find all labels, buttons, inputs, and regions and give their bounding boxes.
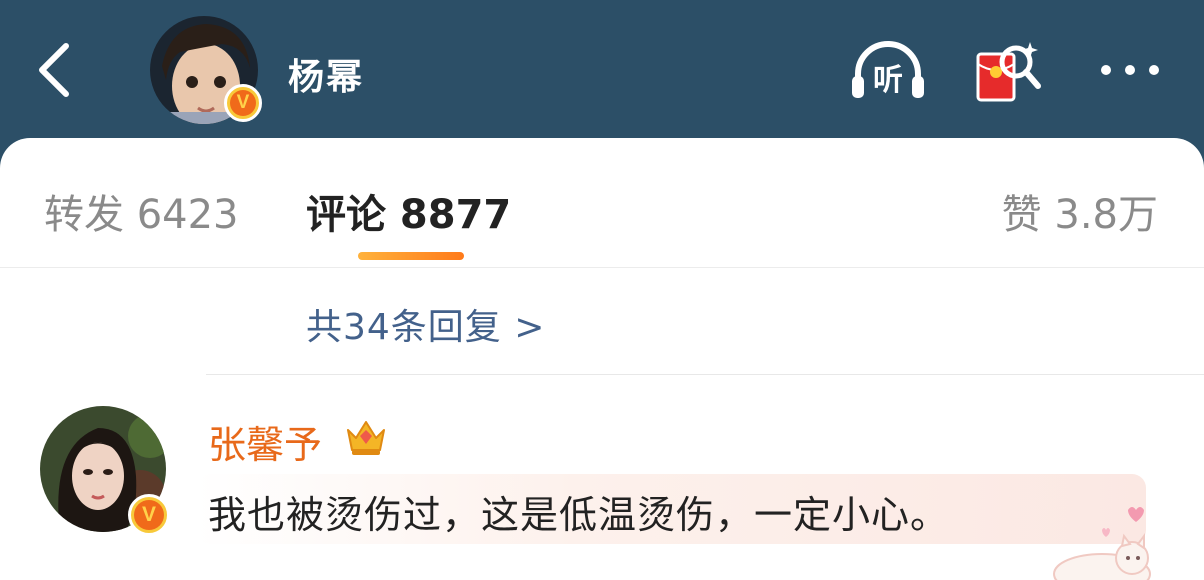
active-tab-indicator [358,252,464,260]
divider [206,374,1204,375]
cat-sticker-icon [1053,507,1151,580]
tab-bar: 转发 6423 评论 8877 赞 3.8万 [0,138,1204,268]
red-packet-search-icon[interactable] [970,36,1050,104]
verified-badge-icon: V [128,494,170,536]
crown-icon [347,421,385,455]
comment-author[interactable]: 张馨予 [208,414,322,469]
page-title[interactable]: 杨幂 [288,48,364,100]
comment-item: V 张馨予 我也被烫伤过，这是低温烫伤，一定小心。 [0,378,1204,580]
listen-icon[interactable]: 听 [848,36,928,104]
more-icon[interactable] [1094,36,1174,104]
verified-badge-icon: V [224,84,262,122]
tab-comment[interactable]: 评论 8877 [306,182,511,240]
tab-like[interactable]: 赞 3.8万 [1002,182,1158,240]
comment-avatar[interactable]: V [40,406,170,536]
listen-label: 听 [873,63,903,98]
tab-repost[interactable]: 转发 6423 [44,182,239,240]
profile-avatar[interactable]: V [150,16,262,124]
comments-panel: 转发 6423 评论 8877 赞 3.8万 共34条回复 > V 张馨予 我也… [0,138,1204,580]
back-icon[interactable] [30,38,80,102]
top-bar: V 杨幂 听 [0,0,1204,140]
view-all-replies-link[interactable]: 共34条回复 > [306,298,545,350]
comment-text: 我也被烫伤过，这是低温烫伤，一定小心。 [208,493,950,537]
